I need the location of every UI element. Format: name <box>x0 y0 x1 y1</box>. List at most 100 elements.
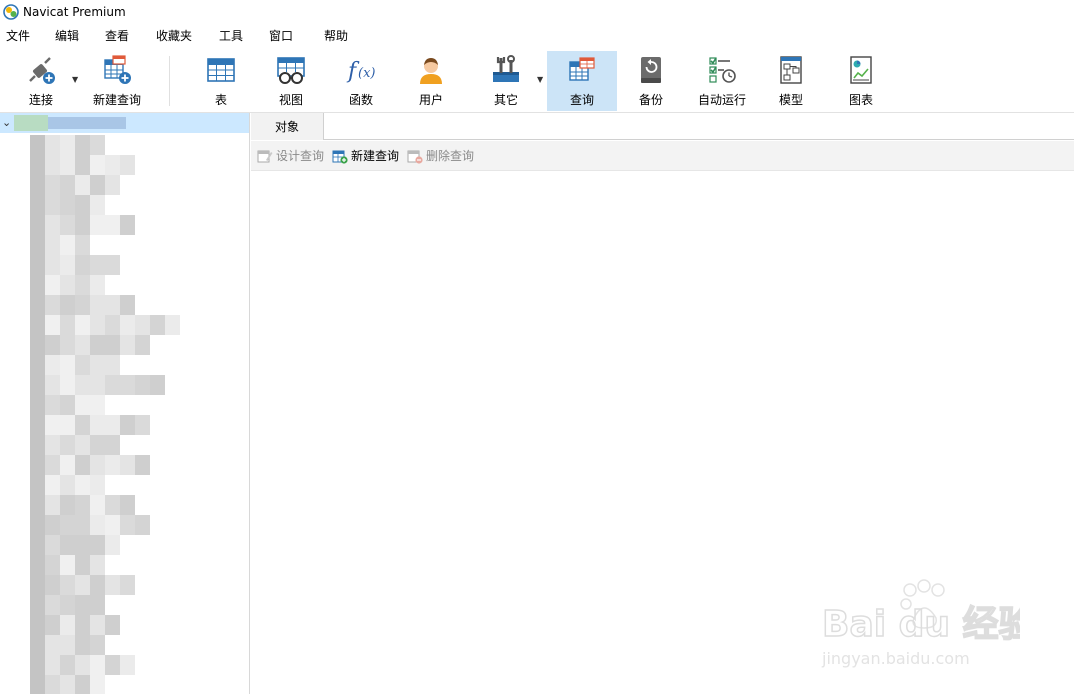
blurred-tree-block <box>75 295 90 315</box>
delete-query-button[interactable]: 删除查询 <box>407 147 474 164</box>
toolbar-user-label: 用户 <box>418 93 443 107</box>
blurred-tree-block <box>45 515 60 535</box>
toolbar-view-label: 视图 <box>278 93 303 107</box>
blurred-tree-block <box>120 495 135 515</box>
blurred-tree-block <box>30 575 45 595</box>
blurred-tree-block <box>105 175 120 195</box>
blurred-tree-block <box>120 375 135 395</box>
blurred-tree-block <box>30 215 45 235</box>
design-query-button[interactable]: 设计查询 <box>257 147 324 164</box>
object-actions-bar: 设计查询 新建查询 删除查询 <box>251 141 1074 171</box>
blurred-tree-block <box>165 315 180 335</box>
toolbar-backup-button[interactable]: 备份 <box>624 51 678 111</box>
function-fx-icon: f (x) <box>346 59 375 84</box>
design-query-icon <box>257 150 273 162</box>
tab-objects[interactable]: 对象 <box>251 113 324 140</box>
new-query-action-button[interactable]: 新建查询 <box>332 147 399 164</box>
connection-tree-panel[interactable]: ⌄ <box>0 113 250 694</box>
navicat-logo-icon <box>3 4 19 20</box>
blurred-tree-block <box>75 675 90 694</box>
blurred-tree-block <box>75 475 90 495</box>
blurred-tree-block <box>120 655 135 675</box>
others-dropdown-icon[interactable]: ▼ <box>537 75 545 84</box>
toolbar-auto-run-label: 自动运行 <box>697 93 746 107</box>
blurred-tree-block <box>90 495 105 515</box>
toolbar-function-button[interactable]: f (x) 函数 <box>334 51 388 111</box>
toolbar-user-button[interactable]: 用户 <box>404 51 458 111</box>
menu-edit[interactable]: 编辑 <box>55 24 79 48</box>
blurred-tree-block <box>75 215 90 235</box>
connection-dropdown-icon[interactable]: ▼ <box>72 75 80 84</box>
blurred-tree-block <box>75 615 90 635</box>
menu-help[interactable]: 帮助 <box>324 24 348 48</box>
blurred-tree-block <box>45 275 60 295</box>
blurred-tree-block <box>60 535 75 555</box>
blurred-tree-block <box>45 495 60 515</box>
backup-icon <box>641 57 661 83</box>
tools-icon <box>493 55 519 82</box>
tree-selected-row[interactable]: ⌄ <box>0 113 249 133</box>
blurred-tree-block <box>90 195 105 215</box>
blurred-tree-block <box>45 535 60 555</box>
toolbar-view-button[interactable]: 视图 <box>264 51 318 111</box>
blurred-tree-block <box>30 395 45 415</box>
blurred-tree-block <box>45 475 60 495</box>
toolbar-new-query-label: 新建查询 <box>92 93 141 107</box>
blurred-tree-block <box>90 315 105 335</box>
menu-view[interactable]: 查看 <box>105 24 129 48</box>
blurred-tree-block <box>120 295 135 315</box>
blurred-tree-block <box>150 315 165 335</box>
blurred-tree-block <box>90 655 105 675</box>
blurred-tree-block <box>120 215 135 235</box>
blurred-tree-block <box>30 555 45 575</box>
toolbar-function-label: 函数 <box>348 93 373 107</box>
blurred-tree-block <box>105 155 120 175</box>
blurred-tree-block <box>30 375 45 395</box>
blurred-tree-block <box>30 435 45 455</box>
blurred-tree-block <box>30 315 45 335</box>
blurred-tree-block <box>75 135 90 155</box>
blurred-tree-block <box>60 175 75 195</box>
blurred-tree-block <box>105 515 120 535</box>
blurred-tree-block <box>60 455 75 475</box>
blurred-tree-block <box>120 575 135 595</box>
blurred-tree-block <box>45 175 60 195</box>
chevron-down-icon[interactable]: ⌄ <box>2 116 11 129</box>
blurred-tree-block <box>75 535 90 555</box>
menu-file[interactable]: 文件 <box>6 24 30 48</box>
blurred-tree-block <box>90 255 105 275</box>
blurred-tree-block <box>45 575 60 595</box>
menu-window[interactable]: 窗口 <box>269 24 293 48</box>
blurred-tree-block <box>60 435 75 455</box>
toolbar-others-button[interactable]: 其它 <box>479 51 533 111</box>
blurred-tree-block <box>90 395 105 415</box>
blurred-tree-block <box>45 255 60 275</box>
menu-favorites[interactable]: 收藏夹 <box>156 24 192 48</box>
blurred-tree-block <box>30 595 45 615</box>
blurred-tree-block <box>120 335 135 355</box>
toolbar-auto-run-button[interactable]: 自动运行 <box>694 51 750 111</box>
delete-query-label: 删除查询 <box>426 149 475 163</box>
blurred-tree-block <box>90 275 105 295</box>
blurred-tree-block <box>75 375 90 395</box>
blurred-tree-block <box>30 475 45 495</box>
blurred-tree-block <box>30 415 45 435</box>
toolbar-query-button[interactable]: 查询 <box>547 51 617 111</box>
toolbar-model-button[interactable]: 模型 <box>764 51 818 111</box>
blurred-tree-block <box>105 435 120 455</box>
toolbar-connection-button[interactable]: 连接 <box>14 51 68 111</box>
blurred-tree-block <box>135 315 150 335</box>
tab-objects-label: 对象 <box>274 120 299 134</box>
toolbar-table-button[interactable]: 表 <box>194 51 248 111</box>
blurred-tree-block <box>75 175 90 195</box>
blurred-tree-block <box>75 495 90 515</box>
toolbar-chart-button[interactable]: 图表 <box>834 51 888 111</box>
toolbar-new-query-button[interactable]: 新建查询 <box>88 51 146 111</box>
menu-tools[interactable]: 工具 <box>219 24 243 48</box>
blurred-tree-block <box>45 635 60 655</box>
blurred-tree-block <box>60 155 75 175</box>
svg-text:(x): (x) <box>358 66 375 81</box>
blurred-tree-block <box>60 475 75 495</box>
blurred-tree-block <box>30 175 45 195</box>
blurred-tree-block <box>90 435 105 455</box>
